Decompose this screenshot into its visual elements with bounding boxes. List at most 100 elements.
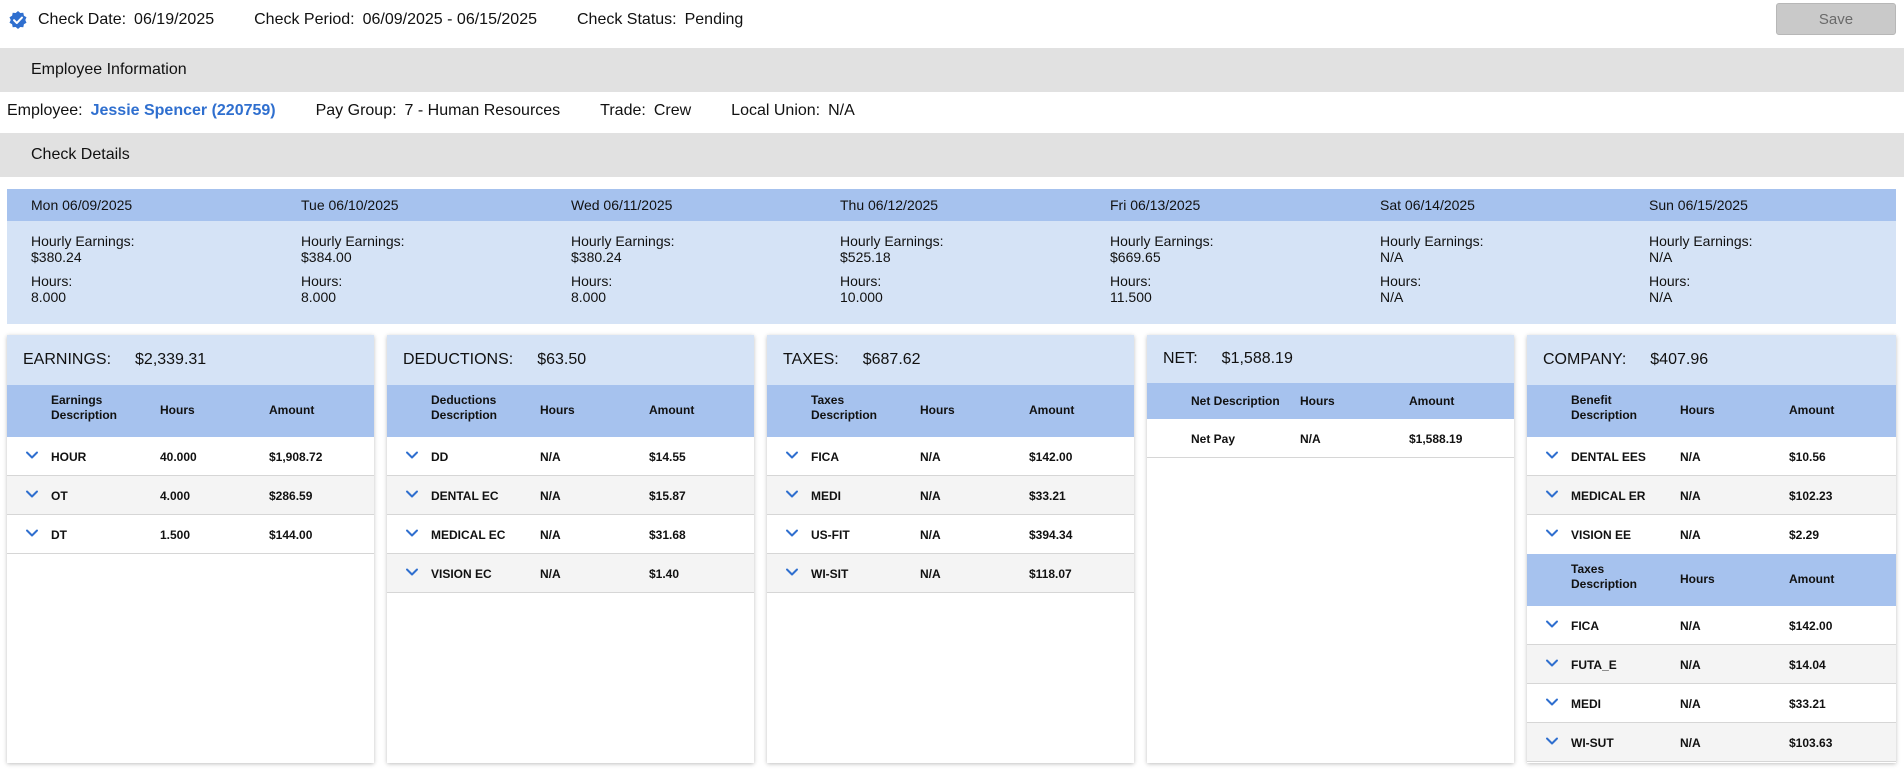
employee-link[interactable]: Jessie Spencer (220759) — [91, 102, 276, 120]
day-sat-values: Hourly Earnings: N/A Hours: N/A — [1380, 233, 1484, 313]
row-description: WI-SIT — [811, 567, 849, 581]
table-row[interactable]: DENTAL EC N/A $15.87 — [387, 476, 754, 515]
table-row[interactable]: WI-SUT N/A $103.63 — [1527, 723, 1896, 762]
pay-group-value: 7 - Human Resources — [404, 102, 561, 119]
row-hours: N/A — [1680, 736, 1701, 750]
table-row[interactable]: OT 4.000 $286.59 — [7, 476, 374, 515]
table-row[interactable]: Net Pay N/A $1,588.19 — [1147, 419, 1514, 458]
taxes-total-label: TAXES: — [783, 351, 839, 368]
chevron-down-icon[interactable] — [1545, 734, 1559, 748]
table-row[interactable]: MEDICAL ER N/A $102.23 — [1527, 476, 1896, 515]
row-amount: $2.29 — [1789, 528, 1820, 542]
chevron-down-icon[interactable] — [25, 487, 39, 501]
earnings-label: Hourly Earnings: — [1110, 233, 1214, 249]
day-sun: Sun 06/15/2025 — [1649, 197, 1748, 213]
table-row[interactable]: FICA N/A $142.00 — [767, 437, 1134, 476]
taxes-card: TAXES: $687.62 Taxes Description Hours A… — [767, 335, 1134, 763]
check-date: Check Date: 06/19/2025 — [38, 11, 214, 29]
table-row[interactable]: FUTA_E N/A $14.04 — [1527, 645, 1896, 684]
trade-field: Trade: Crew — [600, 102, 691, 120]
col-hours: Hours — [1680, 403, 1715, 417]
row-amount: $1.40 — [649, 567, 680, 581]
chevron-down-icon[interactable] — [1545, 695, 1559, 709]
row-description: DENTAL EC — [431, 489, 499, 503]
table-row[interactable]: DENTAL EES N/A $10.56 — [1527, 437, 1896, 476]
row-amount: $286.59 — [269, 489, 313, 503]
check-status-label: Check Status: — [577, 11, 677, 28]
row-amount: $14.04 — [1789, 658, 1826, 672]
day-tue-values: Hourly Earnings: $384.00 Hours: 8.000 — [301, 233, 405, 313]
table-row[interactable]: FICA N/A $142.00 — [1527, 606, 1896, 645]
row-hours: N/A — [1680, 528, 1701, 542]
chevron-down-icon[interactable] — [1545, 656, 1559, 670]
row-hours: N/A — [540, 567, 561, 581]
row-description: DD — [431, 450, 449, 464]
local-union-label: Local Union: — [731, 102, 821, 119]
earnings-total-label: EARNINGS: — [23, 351, 112, 368]
table-row[interactable]: HOUR 40.000 $1,908.72 — [7, 437, 374, 476]
net-total-value: $1,588.19 — [1221, 350, 1293, 367]
earnings-value: N/A — [1649, 249, 1673, 265]
row-description: US-FIT — [811, 528, 850, 542]
chevron-down-icon[interactable] — [405, 448, 419, 462]
row-hours: N/A — [920, 450, 941, 464]
chevron-down-icon[interactable] — [1545, 617, 1559, 631]
chevron-down-icon[interactable] — [1545, 487, 1559, 501]
day-sun-values: Hourly Earnings: N/A Hours: N/A — [1649, 233, 1753, 313]
table-row[interactable]: WI-SIT N/A $118.07 — [767, 554, 1134, 593]
employee-information-header: Employee Information — [0, 48, 1904, 92]
chevron-down-icon[interactable] — [785, 487, 799, 501]
chevron-down-icon[interactable] — [405, 487, 419, 501]
table-row[interactable]: MEDI N/A $33.21 — [1527, 684, 1896, 723]
table-row[interactable]: US-FIT N/A $394.34 — [767, 515, 1134, 554]
chevron-down-icon[interactable] — [1545, 526, 1559, 540]
table-row[interactable]: VISION EC N/A $1.40 — [387, 554, 754, 593]
save-button[interactable]: Save — [1776, 3, 1896, 35]
row-description: VISION EE — [1571, 528, 1632, 542]
row-amount: $31.68 — [649, 528, 686, 542]
chevron-down-icon[interactable] — [785, 448, 799, 462]
trade-label: Trade: — [600, 102, 646, 119]
table-row[interactable]: MEDI N/A $33.21 — [767, 476, 1134, 515]
hours-value: 11.500 — [1110, 289, 1152, 305]
chevron-down-icon[interactable] — [785, 565, 799, 579]
row-amount: $142.00 — [1029, 450, 1073, 464]
verified-check-icon — [8, 10, 28, 30]
row-amount: $118.07 — [1029, 567, 1072, 581]
row-hours: N/A — [920, 528, 941, 542]
row-amount: $394.34 — [1029, 528, 1073, 542]
row-hours: N/A — [1680, 489, 1701, 503]
employee-label: Employee: — [7, 102, 83, 119]
row-description: MEDI — [1571, 697, 1601, 711]
chevron-down-icon[interactable] — [785, 526, 799, 540]
col-amount: Amount — [1789, 403, 1835, 417]
day-mon: Mon 06/09/2025 — [31, 197, 133, 213]
week-day-header: Mon 06/09/2025 Tue 06/10/2025 Wed 06/11/… — [7, 189, 1896, 221]
earnings-label: Hourly Earnings: — [1380, 233, 1484, 249]
chevron-down-icon[interactable] — [405, 526, 419, 540]
hours-label: Hours: — [1110, 273, 1152, 289]
check-period-value: 06/09/2025 - 06/15/2025 — [362, 11, 537, 28]
hours-value: 8.000 — [31, 289, 67, 305]
row-hours: N/A — [1300, 432, 1321, 446]
net-card-header: NET: $1,588.19 — [1147, 335, 1514, 383]
chevron-down-icon[interactable] — [25, 526, 39, 540]
employee-field: Employee: Jessie Spencer (220759) — [7, 102, 276, 120]
chevron-down-icon[interactable] — [405, 565, 419, 579]
col-hours: Hours — [1300, 394, 1335, 408]
chevron-down-icon[interactable] — [1545, 448, 1559, 462]
table-row[interactable]: VISION EE N/A $2.29 — [1527, 515, 1896, 554]
hours-label: Hours: — [301, 273, 343, 289]
table-row[interactable]: DT 1.500 $144.00 — [7, 515, 374, 554]
section-title: Employee Information — [31, 61, 187, 78]
chevron-down-icon[interactable] — [25, 448, 39, 462]
row-amount: $33.21 — [1789, 697, 1826, 711]
col-hours: Hours — [920, 403, 955, 417]
table-row[interactable]: DD N/A $14.55 — [387, 437, 754, 476]
check-date-label: Check Date: — [38, 11, 127, 28]
row-description: FICA — [1571, 619, 1599, 633]
col-amount: Amount — [1789, 572, 1835, 586]
check-header-bar: Check Date: 06/19/2025 Check Period: 06/… — [0, 0, 1904, 40]
table-row[interactable]: MEDICAL EC N/A $31.68 — [387, 515, 754, 554]
row-amount: $102.23 — [1789, 489, 1833, 503]
